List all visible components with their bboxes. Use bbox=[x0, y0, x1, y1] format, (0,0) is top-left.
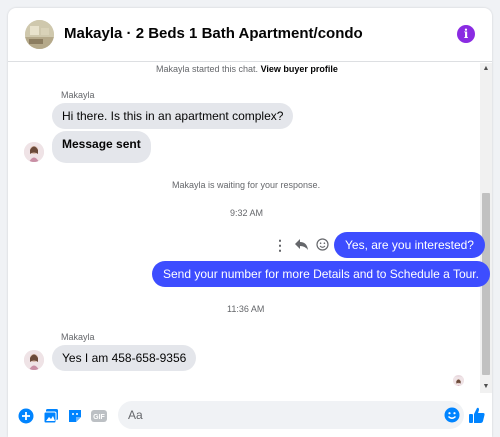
gif-label: GIF bbox=[93, 414, 105, 421]
more-options-icon[interactable]: ⋮ bbox=[273, 237, 287, 254]
photo-icon[interactable] bbox=[43, 408, 59, 424]
outgoing-message[interactable]: Send your number for more Details and to… bbox=[152, 261, 490, 287]
message-composer: GIF bbox=[8, 395, 492, 437]
sender-name: Makayla bbox=[61, 90, 95, 100]
incoming-message[interactable]: Yes I am 458-658-9356 bbox=[52, 345, 197, 371]
react-emoji-icon[interactable] bbox=[316, 237, 329, 254]
chat-started-text: Makayla started this chat. bbox=[156, 64, 259, 74]
message-actions: ⋮ bbox=[273, 237, 329, 254]
incoming-message[interactable]: Message sent bbox=[52, 131, 151, 163]
outgoing-message[interactable]: Yes, are you interested? bbox=[334, 232, 485, 258]
incoming-message[interactable]: Hi there. Is this in an apartment comple… bbox=[52, 103, 294, 129]
listing-thumbnail[interactable] bbox=[25, 20, 54, 49]
chat-header: Makayla · 2 Beds 1 Bath Apartment/condo … bbox=[8, 8, 492, 62]
read-receipt-avatar bbox=[453, 375, 464, 386]
waiting-note: Makayla is waiting for your response. bbox=[172, 180, 321, 190]
sticker-icon[interactable] bbox=[67, 408, 83, 424]
emoji-icon[interactable] bbox=[444, 407, 460, 423]
sender-name: Makayla bbox=[61, 332, 95, 342]
scrollbar[interactable]: ▲ ▼ bbox=[480, 63, 492, 393]
message-input-box[interactable] bbox=[118, 401, 464, 429]
chat-started-note: Makayla started this chat. View buyer pr… bbox=[156, 64, 338, 74]
message-input[interactable] bbox=[128, 401, 428, 429]
plus-circle-icon[interactable] bbox=[18, 408, 34, 424]
chat-title: Makayla · 2 Beds 1 Bath Apartment/condo bbox=[64, 25, 363, 42]
info-icon[interactable]: i bbox=[457, 25, 475, 43]
timestamp: 11:36 AM bbox=[227, 304, 265, 314]
view-buyer-profile-link[interactable]: View buyer profile bbox=[261, 64, 338, 74]
avatar bbox=[24, 142, 44, 162]
avatar bbox=[24, 350, 44, 370]
scroll-down-arrow-icon[interactable]: ▼ bbox=[482, 383, 490, 391]
chat-window: Makayla · 2 Beds 1 Bath Apartment/condo … bbox=[8, 8, 492, 437]
thumbs-up-icon[interactable] bbox=[468, 406, 486, 424]
timestamp: 9:32 AM bbox=[230, 208, 264, 218]
reply-icon[interactable] bbox=[295, 238, 308, 253]
gif-icon[interactable]: GIF bbox=[91, 408, 107, 424]
scroll-up-arrow-icon[interactable]: ▲ bbox=[482, 65, 490, 73]
